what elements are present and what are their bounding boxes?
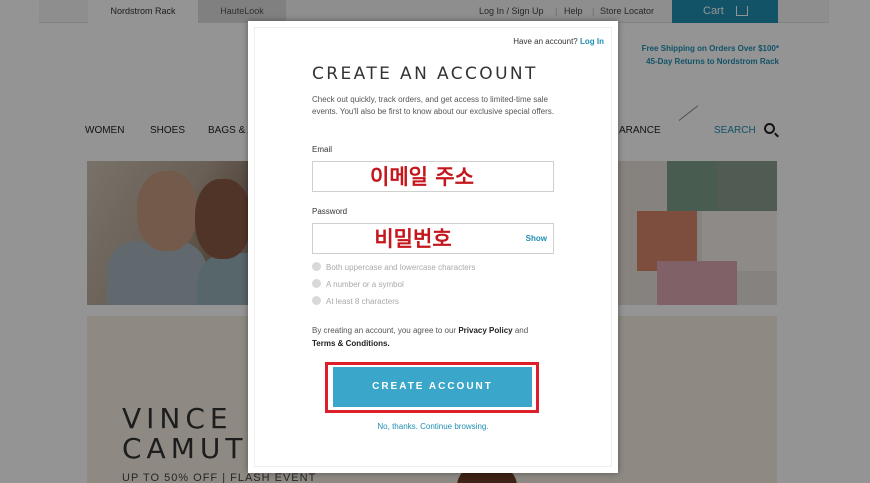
create-account-button[interactable]: CREATE ACCOUNT [333,367,532,407]
password-label: Password [312,207,348,216]
check-circle-icon [312,296,321,305]
password-annotation: 비밀번호 [374,227,452,251]
terms-notice: By creating an account, you agree to our… [312,326,529,348]
modal-description: Check out quickly, track orders, and get… [312,95,554,116]
requirement-symbol: A number or a symbol [312,279,404,289]
privacy-policy-link[interactable]: Privacy Policy [458,326,512,335]
email-annotation: 이메일 주소 [370,165,474,189]
show-password-toggle[interactable]: Show [526,234,547,243]
create-account-modal: Have an account? Log In CREATE AN ACCOUN… [248,21,618,473]
modal-title: CREATE AN ACCOUNT [312,64,538,84]
have-account-prompt: Have an account? Log In [513,37,604,46]
continue-browsing-link[interactable]: No, thanks. Continue browsing. [248,422,618,431]
requirement-length: At least 8 characters [312,296,399,306]
check-circle-icon [312,262,321,271]
terms-conditions-link[interactable]: Terms & Conditions. [312,339,390,348]
check-circle-icon [312,279,321,288]
password-field[interactable]: 비밀번호 Show [312,223,554,254]
email-field[interactable]: 이메일 주소 [312,161,554,192]
screen: Nordstrom Rack HauteLook Log In / Sign U… [0,0,870,483]
email-label: Email [312,145,333,154]
login-link[interactable]: Log In [580,37,604,46]
requirement-case: Both uppercase and lowercase characters [312,262,475,272]
